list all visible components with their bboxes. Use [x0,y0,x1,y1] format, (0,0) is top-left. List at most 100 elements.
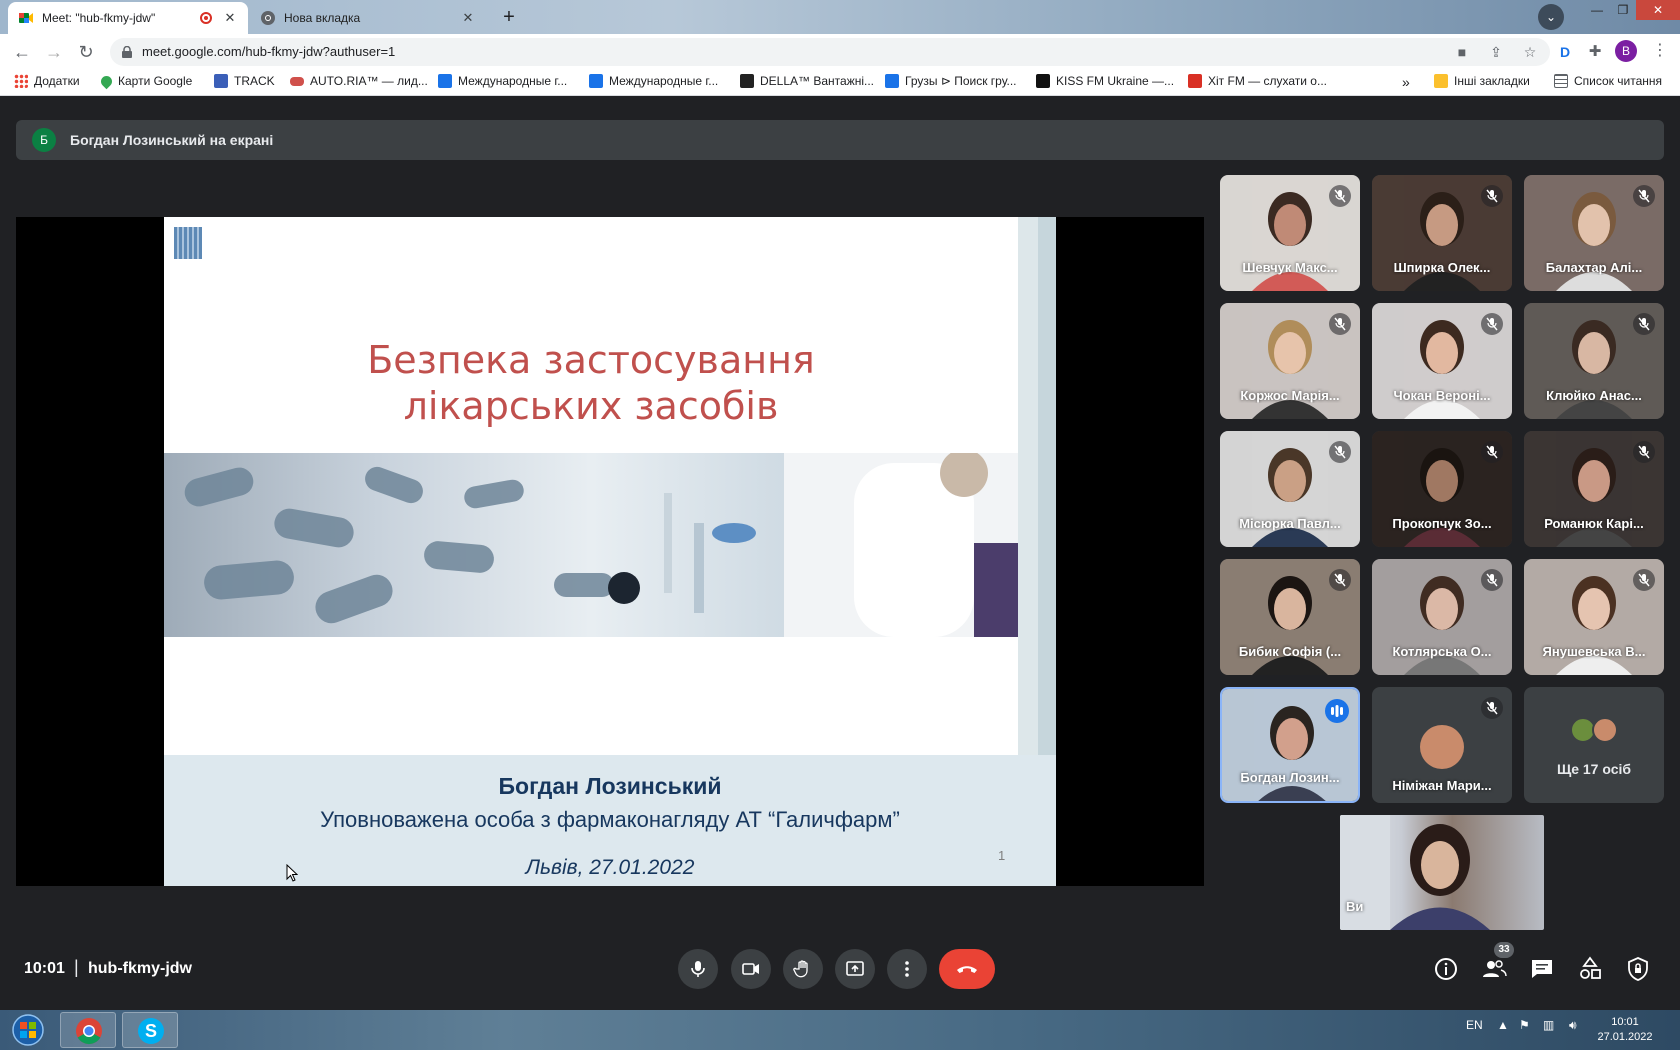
slide-author-role: Уповноважена особа з фармаконагляду АТ “… [320,807,900,832]
bookmarks-overflow-chevron[interactable]: » [1402,74,1410,90]
participant-tile[interactable]: Шпирка Олек... [1372,175,1512,291]
maps-pin-icon [98,73,115,89]
participant-tile[interactable]: Чокан Вероні... [1372,303,1512,419]
mic-off-icon [1633,313,1655,335]
participant-tile[interactable]: Котлярська О... [1372,559,1512,675]
bookmark-item[interactable]: Международные г... [438,74,567,88]
presenting-banner: Б Богдан Лозинський на екрані [16,120,1664,160]
microphone-icon [691,961,705,977]
microphone-button[interactable] [678,949,718,989]
people-count-badge: 33 [1494,942,1514,958]
bookmark-item[interactable]: Карти Google [98,73,192,89]
language-indicator[interactable]: EN [1466,1018,1483,1032]
mic-off-icon [1481,569,1503,591]
back-arrow-icon[interactable]: ← [10,40,34,64]
self-name: Ви [1346,899,1364,914]
share-icon[interactable]: ⇪ [1486,42,1506,62]
participant-tile[interactable]: Романюк Карі... [1524,431,1664,547]
camera-button[interactable] [731,949,771,989]
new-tab-button[interactable]: + [496,4,522,30]
participant-tile[interactable]: Бибик Софія (... [1220,559,1360,675]
other-bookmarks[interactable]: Інші закладки [1434,74,1530,88]
people-icon[interactable] [1480,955,1508,983]
reload-icon[interactable]: ↻ [74,40,98,64]
participant-avatar [1592,717,1618,743]
profile-avatar[interactable]: B [1615,40,1637,62]
tab-new-tab[interactable]: Нова вкладка ✕ [250,2,486,34]
participant-name: Янушевська В... [1542,644,1646,659]
network-icon[interactable]: ▥ [1543,1018,1554,1032]
chat-icon[interactable] [1528,955,1556,983]
mouse-cursor-icon [286,864,298,882]
participant-tile[interactable]: Балахтар Алі... [1524,175,1664,291]
self-view-tile[interactable]: Ви [1340,815,1544,930]
track-icon [214,74,228,88]
mic-off-icon [1481,185,1503,207]
participant-tile[interactable]: Прокопчук Зо... [1372,431,1512,547]
show-hidden-icons-icon[interactable]: ▲ [1497,1018,1509,1032]
bookmark-star-icon[interactable]: ☆ [1520,42,1540,62]
tab-search-chevron-icon[interactable]: ⌄ [1538,4,1564,30]
restore-icon[interactable]: ❐ [1610,0,1636,20]
window-controls: — ❐ ✕ [1584,0,1680,22]
more-options-button[interactable] [887,949,927,989]
forward-arrow-icon[interactable]: → [42,40,66,64]
more-participants-tile[interactable]: Ще 17 осіб [1524,687,1664,803]
raise-hand-button[interactable] [783,949,823,989]
extensions-puzzle-icon[interactable]: ✚ [1583,40,1607,64]
participant-name: Котлярська О... [1392,644,1492,659]
mic-off-icon [1481,441,1503,463]
participant-tile[interactable]: Німіжан Мари... [1372,687,1512,803]
host-controls-shield-icon[interactable] [1624,955,1652,983]
participant-tile[interactable]: Місюрка Павл... [1220,431,1360,547]
present-screen-button[interactable] [835,949,875,989]
mic-off-icon [1329,441,1351,463]
minimize-icon[interactable]: — [1584,0,1610,20]
bookmark-item[interactable]: TRACK [214,74,275,88]
tab-meet[interactable]: Meet: "hub-fkmy-jdw" ✕ [8,2,248,34]
action-center-flag-icon[interactable]: ⚑ [1519,1018,1530,1032]
presentation-stage: Безпека застосування лікарських засобів [16,217,1204,886]
windows-start-icon[interactable] [4,1012,52,1048]
close-tab-icon[interactable]: ✕ [222,10,238,26]
speaking-indicator-icon [1325,699,1349,723]
taskbar-chrome-button[interactable] [60,1012,116,1048]
present-screen-icon [846,961,864,976]
della-icon [885,74,899,88]
bookmark-item[interactable]: DELLA™ Вантажні... [740,74,874,88]
browser-tab-strip: Meet: "hub-fkmy-jdw" ✕ Нова вкладка ✕ + … [0,0,1680,34]
system-clock[interactable]: 10:01 27.01.2022 [1595,1015,1655,1045]
reading-list[interactable]: Список читання [1554,74,1662,88]
bookmark-item[interactable]: KISS FM Ukraine —... [1036,74,1174,88]
chrome-menu-icon[interactable]: ⋮ [1650,40,1670,62]
bookmark-item[interactable]: Международные г... [589,74,718,88]
camera-blocked-icon[interactable]: ■ [1452,42,1472,62]
camera-icon [742,963,759,975]
meeting-code: hub-fkmy-jdw [88,960,192,977]
svg-text:S: S [145,1021,157,1041]
participant-tile[interactable]: Богдан Лозин... [1220,687,1360,803]
activities-icon[interactable] [1576,955,1604,983]
raise-hand-icon [793,960,808,978]
address-bar[interactable]: meet.google.com/hub-fkmy-jdw?authuser=1 … [110,38,1550,66]
participant-tile[interactable]: Янушевська В... [1524,559,1664,675]
participant-tile[interactable]: Шевчук Макс... [1220,175,1360,291]
della-icon [589,74,603,88]
participant-tile[interactable]: Клюйко Анас... [1524,303,1664,419]
leave-call-button[interactable] [939,949,995,989]
participant-name: Німіжан Мари... [1392,778,1492,793]
extension-d-icon[interactable]: D [1553,40,1577,64]
volume-icon[interactable]: 🔊︎ [1569,1018,1577,1033]
participant-tile[interactable]: Коржос Марія... [1220,303,1360,419]
bookmark-item[interactable]: Додатки [14,74,80,88]
bookmark-item[interactable]: Грузы ⊳ Поиск гру... [885,74,1017,88]
bookmark-item[interactable]: AUTO.RIA™ — лид... [290,74,428,88]
bookmark-item[interactable]: Хіт FM — слухати о... [1188,74,1327,88]
close-tab-icon[interactable]: ✕ [460,10,476,26]
close-window-icon[interactable]: ✕ [1636,0,1680,20]
skype-icon: S [138,1018,164,1044]
presenter-avatar: Б [32,128,56,152]
lock-icon [122,45,132,58]
meeting-details-info-icon[interactable] [1432,955,1460,983]
taskbar-skype-button[interactable]: S [122,1012,178,1048]
